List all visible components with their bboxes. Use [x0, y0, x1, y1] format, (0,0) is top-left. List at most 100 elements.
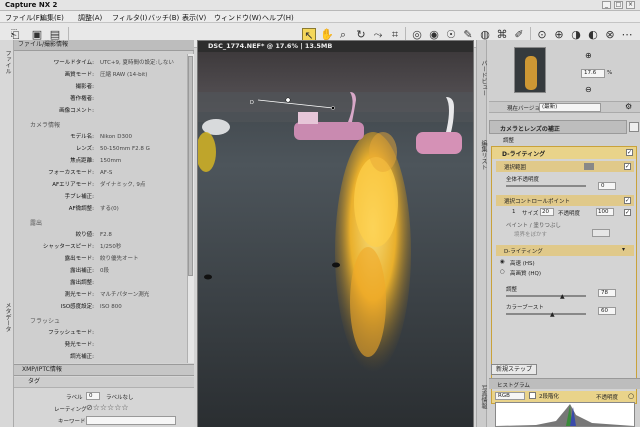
metadata-row: 露出補正: 0段: [70, 268, 109, 274]
metadata-scroll-thumb[interactable]: [188, 56, 193, 276]
version-select[interactable]: (最新): [539, 103, 601, 112]
cp-opacity-input[interactable]: 100: [596, 208, 614, 216]
menu-help[interactable]: ヘルプ(H): [262, 13, 294, 23]
keyword-input[interactable]: [86, 416, 176, 425]
color-boost-thumb[interactable]: ▲: [550, 311, 555, 318]
metadata-row: レンズ: 50-150mm F2.8 G: [75, 146, 150, 152]
file-info-header[interactable]: ファイル/撮影情報: [14, 40, 194, 51]
range-swatch: [584, 163, 594, 170]
control-point-check[interactable]: ✓: [624, 197, 631, 204]
metadata-row: シャッタースピード: 1/250秒: [42, 244, 122, 250]
image-window-title: DSC_1774.NEF* @ 17.6% | 13.5MB: [198, 41, 473, 52]
camera-lens-header[interactable]: カメラとレンズの補正: [489, 120, 627, 134]
metadata-row: 発光モード:: [64, 342, 94, 348]
zoom-unit: %: [607, 70, 613, 76]
xmp-iptc-panel: XMP/IPTC情報 タグ ラベル 0 ラベルなし レーティング ⊘☆☆☆☆☆ …: [14, 364, 194, 427]
cp-size-input[interactable]: 20: [540, 208, 554, 216]
histogram-channel-select[interactable]: RGB: [495, 392, 525, 400]
metadata-list: ワールドタイム: UTC+9, 夏時間の設定:しない 画質モード: 圧縮 RAW (…: [14, 52, 186, 362]
exposure-section-label: 露出: [30, 220, 43, 227]
color-boost-label: カラーブースト: [506, 305, 544, 311]
menu-filter[interactable]: フィルタ(I): [112, 13, 147, 23]
menu-file[interactable]: ファイル(F): [5, 13, 43, 23]
label-select[interactable]: 0: [86, 392, 100, 400]
radio-hs-label: 高速 (HS): [510, 261, 535, 267]
feather-input[interactable]: [592, 229, 610, 237]
metadata-row: 著作権者:: [70, 96, 94, 102]
whole-opacity-input[interactable]: 0: [598, 182, 616, 190]
dlighting-method-dropdown[interactable]: D-ライティング ▾: [496, 245, 634, 256]
opacity-footer-toggle-icon: ○: [628, 392, 635, 400]
metadata-row: 露出調整:: [70, 280, 94, 286]
range-check[interactable]: ✓: [624, 163, 631, 170]
maximize-button[interactable]: □: [614, 1, 623, 9]
select-range-header[interactable]: 選択範囲 ✓: [496, 161, 634, 172]
whole-opacity-slider[interactable]: [506, 185, 586, 187]
dlighting-enable-check[interactable]: ✓: [626, 149, 633, 156]
close-button[interactable]: ×: [626, 1, 635, 9]
camera-section-label: カメラ情報: [30, 122, 61, 129]
menu-adjust[interactable]: 調整(A): [78, 13, 102, 23]
zoom-out-icon[interactable]: ⊖: [585, 85, 592, 94]
adjust-slider-thumb[interactable]: ▲: [560, 293, 565, 300]
settings-gear-icon[interactable]: ⚙: [625, 102, 632, 111]
metadata-row: 測光モード: マルチパターン測光: [64, 292, 150, 298]
metadata-row: 焦点距離: 150mm: [70, 158, 122, 164]
tab-birdview[interactable]: バードビュー: [479, 60, 488, 96]
tab-metadata[interactable]: メタデータ: [3, 302, 12, 332]
photo-canvas[interactable]: D: [198, 52, 473, 427]
tab-file[interactable]: ファイル: [3, 50, 12, 74]
minimize-button[interactable]: _: [602, 1, 611, 9]
metadata-row: フォーカスモード: AF-S: [48, 170, 113, 176]
svg-text:D: D: [250, 100, 254, 106]
xmp-header[interactable]: XMP/IPTC情報: [14, 365, 194, 376]
tab-edit-list[interactable]: 編集リスト: [479, 140, 488, 170]
right-panel: バードビュー 編集リスト 写真情報 ⊕ 17.6 % ⊖ 現在バージョン (最新…: [476, 40, 640, 427]
metadata-row: 調光補正:: [70, 354, 94, 360]
rating-key: レーティング: [54, 407, 87, 413]
zoom-input[interactable]: 17.6: [581, 69, 605, 78]
rating-stars[interactable]: ⊘☆☆☆☆☆: [86, 403, 129, 412]
menu-edit[interactable]: 編集(E): [40, 13, 64, 23]
metadata-row: モデル名: Nikon D300: [70, 134, 132, 140]
metadata-row: AF微調整: する(0): [68, 206, 119, 212]
histogram-header[interactable]: ヒストグラム: [489, 378, 640, 389]
color-boost-input[interactable]: 60: [598, 307, 616, 315]
right-tab-strip: バードビュー 編集リスト 写真情報: [477, 40, 487, 427]
tag-header[interactable]: タグ: [14, 377, 194, 388]
histogram-two-level-check[interactable]: [529, 392, 536, 399]
birdview-thumbnail[interactable]: [514, 47, 546, 93]
zoom-in-icon[interactable]: ⊕: [585, 51, 592, 60]
radio-hs[interactable]: ◉: [500, 259, 505, 265]
keyword-key: キーワード: [58, 419, 86, 425]
adjust-slider[interactable]: [506, 295, 586, 297]
adjust-input[interactable]: 78: [598, 289, 616, 297]
tab-photo-info[interactable]: 写真情報: [479, 385, 488, 409]
control-point-header[interactable]: 選択コントロールポイント ✓: [496, 195, 634, 206]
app-window: Capture NX 2 _ □ × ファイル(F) 編集(E) 調整(A) フ…: [0, 0, 640, 427]
version-bar: 現在バージョン (最新) ⚙: [489, 101, 640, 113]
label-key: ラベル: [66, 395, 83, 401]
menu-batch[interactable]: バッチ(B): [148, 13, 179, 23]
cp-row-check[interactable]: ✓: [624, 209, 631, 216]
flash-section-label: フラッシュ: [30, 318, 61, 325]
radio-hq[interactable]: ○: [500, 269, 505, 275]
metadata-row: 画像コメント:: [59, 108, 94, 114]
feather-label: 境界をぼかす: [514, 232, 548, 238]
menu-window[interactable]: ウィンドウ(W): [214, 13, 261, 23]
menu-view[interactable]: 表示(V): [182, 13, 206, 23]
title-bar: Capture NX 2 _ □ ×: [0, 0, 640, 11]
adjust-label: 調整: [503, 138, 515, 144]
dlighting-header[interactable]: D-ライティング ✓: [492, 147, 636, 159]
histogram-two-level-label: 2段階化: [539, 394, 559, 400]
metadata-row: 絞り値: F2.8: [75, 232, 112, 238]
metadata-row: AFエリアモード: ダイナミック, 9点: [52, 182, 146, 188]
metadata-row: 露出モード: 絞り優先オート: [64, 256, 139, 262]
adjust-slider-label: 調整: [506, 287, 518, 293]
left-vertical-tab-strip: ファイル メタデータ: [0, 40, 14, 427]
new-step-button[interactable]: 新規ステップ: [491, 364, 537, 375]
scroll-up-button[interactable]: [629, 122, 639, 132]
paint-fill-label: ペイント / 塗りつぶし: [506, 223, 561, 229]
menu-bar: ファイル(F) 編集(E) 調整(A) フィルタ(I) バッチ(B) 表示(V)…: [0, 11, 640, 23]
color-boost-slider[interactable]: [506, 313, 586, 315]
